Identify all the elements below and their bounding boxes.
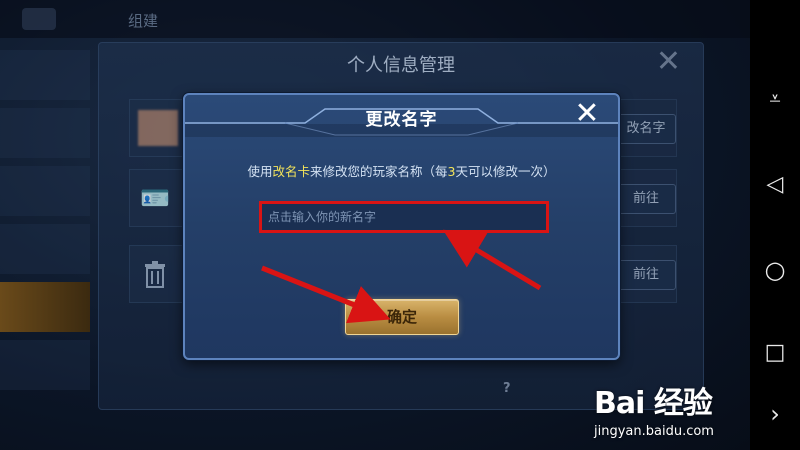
left-menu-item[interactable] <box>0 340 90 390</box>
rename-card-text: 改名卡 <box>272 164 311 179</box>
instruction-text: 使用 <box>247 164 273 179</box>
goto-button[interactable]: 前往 <box>616 184 676 214</box>
avatar <box>138 110 178 146</box>
input-highlight-box <box>259 201 549 233</box>
collapse-icon[interactable]: ⩡ <box>750 86 800 110</box>
panel-title: 个人信息管理 <box>347 55 455 76</box>
top-bar: 组建 <box>0 0 750 38</box>
back-button[interactable] <box>22 8 56 30</box>
instruction-text: 来修改您的玩家名称（每 <box>310 164 448 179</box>
rename-dialog: 更改名字 ✕ 使用改名卡来修改您的玩家名称（每3天可以修改一次） 确定 <box>183 93 620 360</box>
help-icon[interactable]: ? <box>503 381 511 396</box>
trash-icon <box>140 260 170 288</box>
confirm-button[interactable]: 确定 <box>345 299 459 335</box>
left-menu-item[interactable] <box>0 166 90 216</box>
android-nav-bar: ⩡ ◁ ○ □ › <box>750 0 800 450</box>
chevron-right-icon[interactable]: › <box>750 400 800 428</box>
goto-button[interactable]: 前往 <box>616 260 676 290</box>
left-menu <box>0 50 90 450</box>
recents-icon[interactable]: □ <box>750 340 800 365</box>
home-icon[interactable]: ○ <box>750 256 800 284</box>
rename-instruction: 使用改名卡来修改您的玩家名称（每3天可以修改一次） <box>185 161 618 180</box>
dialog-title: 更改名字 <box>365 110 438 130</box>
left-menu-item[interactable] <box>0 224 90 274</box>
panel-close-icon[interactable]: ✕ <box>656 47 681 77</box>
close-icon[interactable]: ✕ <box>572 99 602 129</box>
left-menu-item[interactable] <box>0 50 90 100</box>
left-menu-item[interactable] <box>0 108 90 158</box>
new-name-input[interactable] <box>262 204 546 230</box>
left-menu-item-active[interactable] <box>0 282 90 332</box>
instruction-text: 天可以修改一次） <box>455 164 556 179</box>
top-title: 组建 <box>128 12 159 30</box>
dialog-header: 更改名字 ✕ <box>185 95 618 137</box>
back-icon[interactable]: ◁ <box>750 172 800 197</box>
game-screen: 组建 个人信息管理 ✕ 改名字 🪪 前往 前往 ? 更改名字 ✕ 使用改名卡来修… <box>0 0 750 450</box>
id-card-icon: 🪪 <box>140 184 170 212</box>
rename-button[interactable]: 改名字 <box>616 114 676 144</box>
